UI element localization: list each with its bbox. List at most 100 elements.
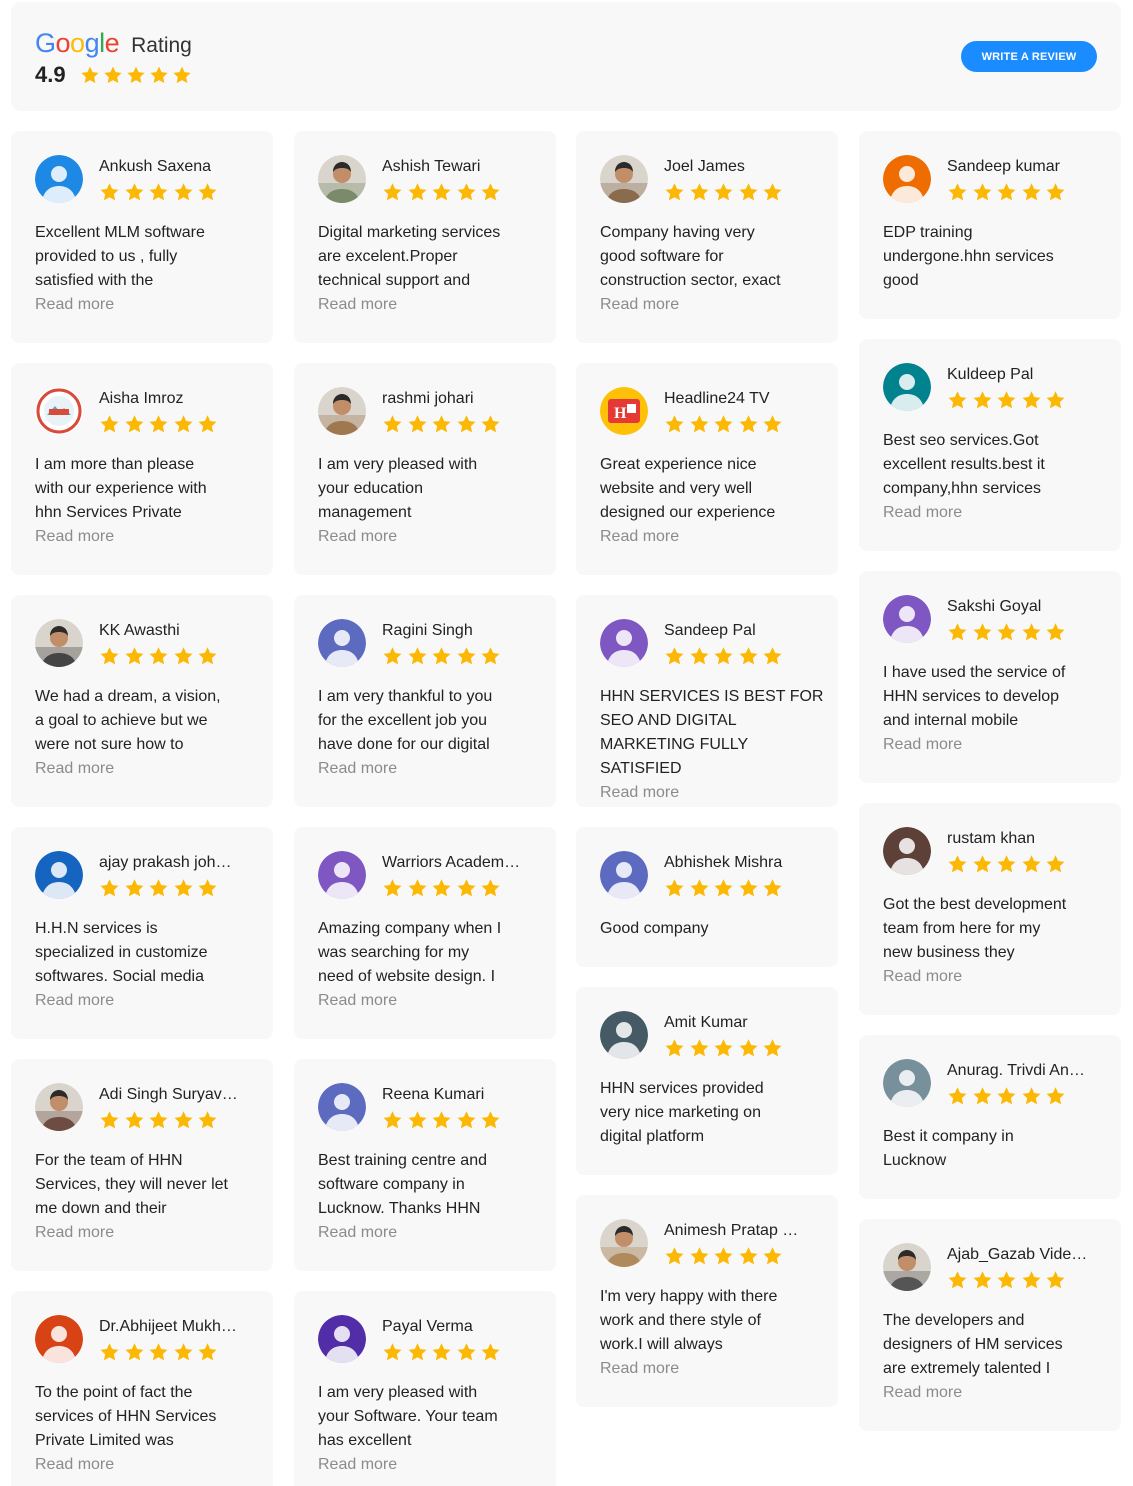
review-card[interactable]: Ashish Tewari Digital marketing services a… — [294, 131, 556, 343]
reviewer-name[interactable]: Ajab_Gazab Vide… — [947, 1246, 1107, 1264]
read-more-link[interactable]: Read more — [318, 293, 542, 317]
review-card[interactable]: Sandeep kumar EDP training undergone.hhn s… — [859, 131, 1121, 319]
review-card[interactable]: Anurag. Trivdi An… Best it company in Luck… — [859, 1035, 1121, 1199]
read-more-link[interactable]: Read more — [318, 989, 542, 1013]
review-card[interactable]: ajay prakash joh… H.H.N services is specia… — [11, 827, 273, 1039]
review-stars — [664, 646, 787, 666]
review-text-line: Best seo services.Got — [883, 432, 1039, 449]
reviewer-name[interactable]: Sandeep kumar — [947, 158, 1107, 176]
star-icon — [383, 1111, 402, 1129]
star-icon — [997, 855, 1016, 873]
reviewer-name[interactable]: Animesh Pratap … — [664, 1222, 824, 1240]
reviewer-name[interactable]: Ankush Saxena — [99, 158, 259, 176]
reviewer-name[interactable]: Reena Kumari — [382, 1086, 542, 1104]
reviewer-name[interactable]: KK Awasthi — [99, 622, 259, 640]
review-card[interactable]: Animesh Pratap … I'm very happy with ther… — [576, 1195, 838, 1407]
reviewer-name[interactable]: Ragini Singh — [382, 622, 542, 640]
read-more-link[interactable]: Read more — [600, 781, 824, 805]
reviewer-name[interactable]: Anurag. Trivdi An… — [947, 1062, 1107, 1080]
reviewer-name[interactable]: rustam khan — [947, 830, 1107, 848]
review-card[interactable]: Payal Verma I am very pleased with your So… — [294, 1291, 556, 1486]
review-text-line: Great experience nice — [600, 456, 757, 473]
review-card[interactable]: Ankush Saxena Excellent MLM software provi… — [11, 131, 273, 343]
review-card[interactable]: Warriors Academ… Amazing company when I wa… — [294, 827, 556, 1039]
review-text-line: have done for our digital — [318, 736, 490, 753]
read-more-link[interactable]: Read more — [35, 525, 259, 549]
google-logo-letter: e — [104, 28, 120, 58]
reviewer-name[interactable]: Joel James — [664, 158, 824, 176]
review-text-line: I have used the service of — [883, 664, 1066, 681]
review-card[interactable]: Aisha Imroz I am more than please with our… — [11, 363, 273, 575]
reviewer-name[interactable]: Aisha Imroz — [99, 390, 259, 408]
read-more-link[interactable]: Read more — [318, 525, 542, 549]
read-more-link[interactable]: Read more — [883, 1381, 1107, 1405]
review-card[interactable]: KK Awasthi We had a dream, a vision, a goa… — [11, 595, 273, 807]
read-more-link[interactable]: Read more — [600, 1357, 824, 1381]
star-icon — [1046, 183, 1065, 201]
read-more-link[interactable]: Read more — [35, 1221, 259, 1245]
read-more-link[interactable]: Read more — [35, 757, 259, 781]
reviewer-name[interactable]: Kuldeep Pal — [947, 366, 1107, 384]
review-card[interactable]: Ajab_Gazab Vide… The developers and design… — [859, 1219, 1121, 1431]
read-more-link[interactable]: Read more — [318, 1453, 542, 1477]
reviewer-name[interactable]: ajay prakash joh… — [99, 854, 259, 872]
reviewer-name[interactable]: Headline24 TV — [664, 390, 824, 408]
review-card[interactable]: H Headline24 TV Great experience nice webs… — [576, 363, 838, 575]
review-card[interactable]: Dr.Abhijeet Mukh… To the point of fact th… — [11, 1291, 273, 1486]
star-icon — [383, 647, 402, 665]
review-text-line: softwares. Social media — [35, 968, 204, 985]
read-more-link[interactable]: Read more — [600, 293, 824, 317]
review-card[interactable]: Adi Singh Suryav… For the team of HHN Serv… — [11, 1059, 273, 1271]
star-icon — [665, 1039, 684, 1057]
read-more-link[interactable]: Read more — [318, 1221, 542, 1245]
star-icon — [973, 391, 991, 409]
star-icon — [149, 415, 168, 433]
review-text-line: software company in — [318, 1176, 465, 1193]
review-card[interactable]: Amit Kumar HHN services provided very nice… — [576, 987, 838, 1175]
reviewer-name[interactable]: Dr.Abhijeet Mukh… — [99, 1318, 259, 1336]
star-icon — [100, 879, 119, 897]
read-more-link[interactable]: Read more — [883, 733, 1107, 757]
default-avatar-icon — [318, 851, 366, 899]
read-more-link[interactable]: Read more — [883, 965, 1107, 989]
review-text-line: I'm very happy with there — [600, 1288, 778, 1305]
star-icon — [481, 647, 500, 665]
review-card[interactable]: rashmi johari I am very pleased with your … — [294, 363, 556, 575]
default-avatar-icon — [35, 155, 83, 203]
reviewer-name[interactable]: rashmi johari — [382, 390, 542, 408]
review-stars — [382, 182, 505, 202]
review-card[interactable]: Kuldeep Pal Best seo services.Got excellen… — [859, 339, 1121, 551]
review-card[interactable]: Sandeep Pal HHN SERVICES IS BEST FOR SEO A… — [576, 595, 838, 807]
reviewer-name[interactable]: Sakshi Goyal — [947, 598, 1107, 616]
review-card[interactable]: rustam khan Got the best development team … — [859, 803, 1121, 1015]
reviewer-name[interactable]: Sandeep Pal — [664, 622, 824, 640]
reviewer-name[interactable]: Payal Verma — [382, 1318, 542, 1336]
star-icon — [432, 415, 451, 433]
reviewer-name[interactable]: Adi Singh Suryav… — [99, 1086, 259, 1104]
reviewer-avatar: H — [600, 387, 648, 435]
review-card[interactable]: Ragini Singh I am very thankful to you for… — [294, 595, 556, 807]
star-icon — [665, 647, 684, 665]
read-more-link[interactable]: Read more — [318, 757, 542, 781]
read-more-link[interactable]: Read more — [35, 1453, 259, 1477]
review-card[interactable]: Reena Kumari Best training centre and soft… — [294, 1059, 556, 1271]
review-text: Great experience nice website and very we… — [600, 453, 824, 549]
star-icon — [997, 623, 1016, 641]
read-more-link[interactable]: Read more — [600, 525, 824, 549]
star-icon — [198, 1343, 217, 1361]
read-more-link[interactable]: Read more — [883, 501, 1107, 525]
reviewer-name[interactable]: Ashish Tewari — [382, 158, 542, 176]
star-icon — [739, 1039, 757, 1057]
review-card[interactable]: Joel James Company having very good softwa… — [576, 131, 838, 343]
read-more-link[interactable]: Read more — [35, 989, 259, 1013]
review-text: I am very pleased with your education mana… — [318, 453, 542, 549]
reviewer-name[interactable]: Abhishek Mishra — [664, 854, 824, 872]
review-card[interactable]: Abhishek Mishra Good company — [576, 827, 838, 967]
reviewer-name[interactable]: Warriors Academ… — [382, 854, 542, 872]
review-text-line: Got the best development — [883, 896, 1067, 913]
review-card[interactable]: Sakshi Goyal I have used the service of HH… — [859, 571, 1121, 783]
review-text-line: were not sure how to — [35, 736, 184, 753]
reviewer-name[interactable]: Amit Kumar — [664, 1014, 824, 1032]
read-more-link[interactable]: Read more — [35, 293, 259, 317]
write-review-button[interactable]: WRITE A REVIEW — [961, 41, 1097, 72]
